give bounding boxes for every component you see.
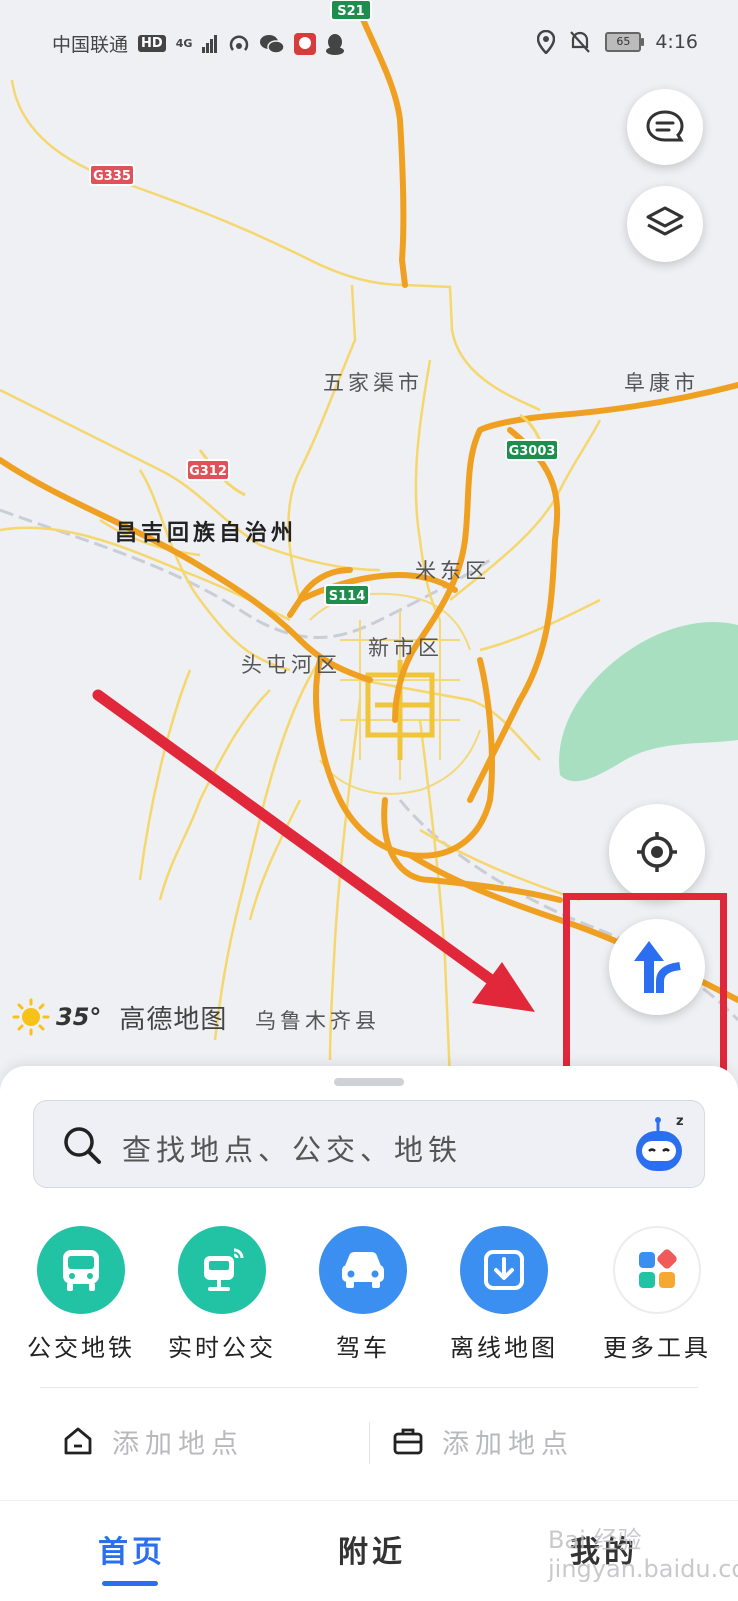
wechat-icon (260, 34, 285, 54)
quick-bus-subway[interactable]: 公交地铁 (9, 1226, 153, 1363)
highlight-box (563, 893, 727, 1089)
watermark: Bai 经验 jingyan.baidu.com (548, 1526, 738, 1583)
bus-icon (37, 1226, 125, 1314)
shield-g335: G335 (89, 164, 135, 186)
svg-text:z: z (676, 1114, 684, 1129)
place-urumqi-county: 乌鲁木齐县 (255, 1009, 380, 1033)
network-label: 4G (175, 36, 193, 50)
place-wujiaqu: 五家渠市 (323, 371, 423, 395)
add-home-place[interactable]: 添加地点 (62, 1396, 244, 1486)
place-xinshi: 新市区 (368, 636, 443, 660)
bell-muted-icon (570, 31, 591, 53)
hotspot-icon (230, 34, 249, 51)
svg-text:G3003: G3003 (509, 444, 556, 459)
shield-g3003: G3003 (505, 439, 559, 461)
tab-active-indicator (102, 1581, 158, 1586)
quick-bus-subway-label: 公交地铁 (27, 1334, 135, 1362)
divider (40, 1387, 698, 1388)
place-toutunhe: 头屯河区 (241, 653, 341, 677)
place-fukang: 阜康市 (624, 371, 699, 395)
car-icon (319, 1226, 407, 1314)
app-notification-icon (294, 32, 317, 55)
qq-icon (326, 33, 345, 55)
sheet-drag-handle[interactable] (334, 1078, 404, 1086)
signal-icon (202, 34, 218, 53)
shield-s114: S114 (324, 584, 370, 606)
svg-text:G312: G312 (189, 464, 227, 479)
svg-text:S114: S114 (329, 589, 366, 604)
quick-offline-map-label: 离线地图 (450, 1334, 558, 1362)
place-midong: 米东区 (415, 559, 490, 583)
layers-button[interactable] (627, 186, 703, 262)
clock: 4:16 (655, 31, 698, 53)
quick-drive[interactable]: 驾车 (291, 1226, 435, 1363)
location-pin-icon (537, 30, 556, 54)
tab-home[interactable]: 首页 (98, 1527, 166, 1571)
crosshair-icon (637, 832, 677, 872)
feedback-button[interactable] (627, 89, 703, 165)
chat-bubble-icon (646, 110, 684, 142)
status-bar: 中国联通 HD 4G 65 4:16 (0, 0, 738, 82)
layers-icon (646, 206, 684, 236)
grid-tools-icon (613, 1226, 701, 1314)
search-icon (64, 1127, 101, 1164)
place-divider (369, 1422, 370, 1464)
shield-g312: G312 (186, 459, 230, 481)
quick-offline-map[interactable]: 离线地图 (432, 1226, 576, 1363)
home-icon (64, 1427, 92, 1455)
quick-more-tools[interactable]: 更多工具 (585, 1226, 729, 1363)
quick-drive-label: 驾车 (336, 1334, 390, 1362)
tab-nearby[interactable]: 附近 (338, 1527, 406, 1571)
battery-indicator: 65 (605, 32, 645, 52)
brand-logo: 高德地图 (119, 1004, 228, 1035)
carrier-label: 中国联通 (52, 34, 129, 56)
offline-download-icon (460, 1226, 548, 1314)
search-placeholder: 查找地点、公交、地铁 (122, 1133, 463, 1167)
place-changji: 昌吉回族自治州 (115, 520, 297, 546)
temperature: 35° (56, 1003, 102, 1031)
quick-realtime-bus-label: 实时公交 (168, 1334, 276, 1362)
quick-more-tools-label: 更多工具 (603, 1334, 711, 1362)
sun-icon (12, 998, 50, 1036)
hd-badge: HD (138, 35, 166, 52)
realtime-bus-icon (178, 1226, 266, 1314)
search-bar[interactable]: 查找地点、公交、地铁 z (33, 1100, 705, 1188)
weather-widget: 35° 高德地图 (12, 998, 227, 1036)
briefcase-icon (393, 1428, 423, 1455)
add-work-label: 添加地点 (442, 1428, 574, 1460)
add-home-label: 添加地点 (112, 1428, 244, 1460)
locate-me-button[interactable] (609, 804, 705, 900)
voice-assistant-icon[interactable]: z (634, 1111, 690, 1177)
quick-realtime-bus[interactable]: 实时公交 (150, 1226, 294, 1363)
svg-text:G335: G335 (93, 169, 131, 184)
quick-actions: 公交地铁 实时公交 驾车 离线地图 更多工具 (0, 1226, 738, 1376)
add-work-place[interactable]: 添加地点 (392, 1396, 574, 1486)
